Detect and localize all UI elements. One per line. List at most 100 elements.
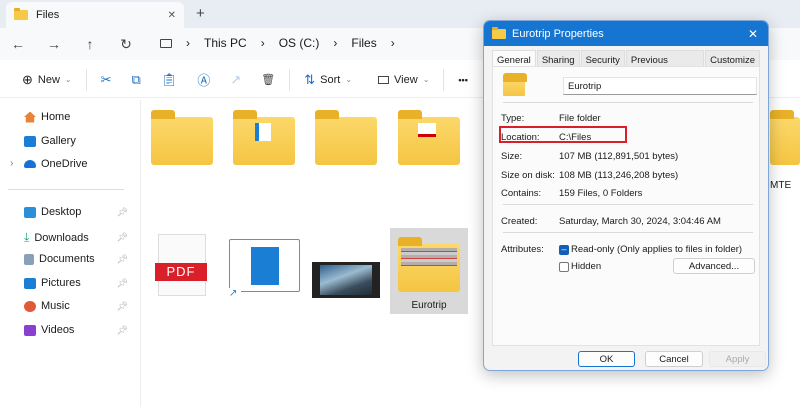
general-panel: Eurotrip Type: File folder Location: C:\Fi… <box>492 66 760 346</box>
ok-button[interactable]: OK <box>578 351 635 367</box>
pin-icon[interactable]: 📌︎ <box>117 278 128 289</box>
sidebar-item-videos[interactable]: Videos 📌︎ <box>24 324 134 336</box>
view-icon <box>378 75 390 84</box>
sidebar-item-music[interactable]: Music 📌︎ <box>24 300 134 312</box>
paste-icon: 📋︎ <box>160 71 178 87</box>
desktop-icon <box>24 206 36 218</box>
new-button[interactable]: ⊕ New ⌄ <box>12 67 82 93</box>
item-label: Eurotrip <box>411 300 447 311</box>
gallery-icon <box>24 135 36 147</box>
view-label: View <box>394 73 418 86</box>
folder-icon <box>492 26 506 39</box>
paste-button[interactable]: 📋︎ <box>151 67 188 93</box>
new-label: New <box>37 73 60 86</box>
hidden-checkbox[interactable]: Hidden <box>559 261 601 272</box>
folder-icon <box>503 73 527 96</box>
sidebar-item-onedrive[interactable]: OneDrive <box>24 158 134 170</box>
refresh-button[interactable]: ↻ <box>108 36 144 53</box>
close-button[interactable]: ✕ <box>748 27 758 41</box>
pin-icon[interactable]: 📌︎ <box>117 254 128 265</box>
sidebar-label: Music <box>41 300 70 312</box>
prop-location: Location: C:\Files <box>501 132 591 143</box>
sidebar-label: Documents <box>39 253 95 265</box>
sidebar-item-desktop[interactable]: Desktop 📌︎ <box>24 206 134 218</box>
prop-label: Size: <box>501 151 523 162</box>
folder-item-eurotrip[interactable]: Eurotrip <box>390 228 468 314</box>
sort-icon: ⇅ <box>304 71 316 87</box>
sort-label: Sort <box>320 73 341 86</box>
advanced-button[interactable]: Advanced... <box>673 258 755 274</box>
up-button[interactable]: ↑ <box>72 36 108 52</box>
tab-files[interactable]: Files ✕ <box>6 2 184 28</box>
sidebar-label: Videos <box>41 324 75 336</box>
folder-item[interactable] <box>233 110 295 165</box>
tab-title: Files <box>36 9 60 21</box>
folder-item[interactable] <box>398 110 460 165</box>
expand-chevron-icon[interactable]: › <box>10 158 13 169</box>
prop-type: Type: File folder <box>501 113 601 124</box>
prop-value: 159 Files, 0 Folders <box>559 188 643 199</box>
pin-icon[interactable]: 📌︎ <box>117 207 128 218</box>
share-icon: ↗ <box>230 71 242 87</box>
copy-icon: ⧉ <box>131 71 141 87</box>
video-file-item[interactable] <box>312 262 380 298</box>
pdf-file-item[interactable]: PDF <box>155 234 207 296</box>
forward-button[interactable]: → <box>36 36 72 52</box>
readonly-checkbox[interactable]: – Read-only (Only applies to files in fol… <box>559 244 742 255</box>
sidebar-label: Desktop <box>41 206 82 218</box>
more-button[interactable]: ••• <box>448 67 477 93</box>
new-tab-button[interactable]: + <box>196 5 205 22</box>
chevron-down-icon: ⌄ <box>422 75 430 84</box>
cancel-button[interactable]: Cancel <box>645 351 703 367</box>
close-tab-icon[interactable]: ✕ <box>168 10 176 21</box>
breadcrumb-this-pc[interactable]: This PC <box>204 36 247 50</box>
sidebar-label: Gallery <box>41 135 76 147</box>
breadcrumb-os-c[interactable]: OS (C:) <box>279 36 320 50</box>
folder-item[interactable] <box>151 110 213 165</box>
scissors-icon: ✂ <box>100 71 112 87</box>
shortcut-item[interactable]: ↗ <box>229 239 300 300</box>
folder-name-input[interactable]: Eurotrip <box>563 77 757 95</box>
apply-button[interactable]: Apply <box>709 351 766 367</box>
documents-icon <box>24 253 34 265</box>
breadcrumb-files[interactable]: Files <box>351 36 376 50</box>
sidebar-item-documents[interactable]: Documents 📌︎ <box>24 253 134 265</box>
folder-item-mte[interactable] <box>770 110 800 165</box>
videos-icon <box>24 324 36 336</box>
breadcrumb-sep: › <box>186 36 190 50</box>
rename-button[interactable]: Ⓐ <box>187 67 220 93</box>
prop-value: 108 MB (113,246,208 bytes) <box>559 170 679 181</box>
sidebar-label: Home <box>41 111 71 123</box>
checkbox-icon <box>559 261 569 272</box>
checkbox-indeterminate-icon: – <box>559 244 569 255</box>
dialog-title: Eurotrip Properties <box>512 27 604 40</box>
address-bar[interactable]: › This PC › OS (C:) › Files › <box>150 31 480 55</box>
back-button[interactable]: ← <box>0 36 36 52</box>
prop-value: 107 MB (112,891,501 bytes) <box>559 151 679 162</box>
sidebar-item-gallery[interactable]: Gallery <box>24 135 134 147</box>
cut-button[interactable]: ✂ <box>91 67 122 93</box>
prop-label: Created: <box>501 216 538 227</box>
share-button[interactable]: ↗ <box>220 67 251 93</box>
folder-icon <box>14 8 28 20</box>
sidebar-item-home[interactable]: Home <box>24 111 134 123</box>
delete-button[interactable]: 🗑︎ <box>251 67 285 93</box>
pin-icon[interactable]: 📌︎ <box>117 325 128 336</box>
plus-circle-icon: ⊕ <box>22 71 33 87</box>
readonly-label: Read-only (Only applies to files in fold… <box>571 244 743 255</box>
divider <box>8 189 124 190</box>
sidebar-item-downloads[interactable]: ⤓ Downloads 📌︎ <box>24 230 134 245</box>
sidebar-item-pictures[interactable]: Pictures 📌︎ <box>24 277 134 289</box>
pdf-badge: PDF <box>155 263 207 281</box>
view-button[interactable]: View ⌄ <box>368 67 439 93</box>
cloud-icon <box>24 160 36 168</box>
prop-created: Created: Saturday, March 30, 2024, 3:04:4… <box>501 216 721 227</box>
prop-size: Size: 107 MB (112,891,501 bytes) <box>501 151 678 162</box>
pin-icon[interactable]: 📌︎ <box>117 232 128 243</box>
prop-value: File folder <box>559 113 601 124</box>
sort-button[interactable]: ⇅ Sort ⌄ <box>294 67 362 93</box>
folder-item[interactable] <box>315 110 377 165</box>
sidebar-label: OneDrive <box>41 158 88 170</box>
pin-icon[interactable]: 📌︎ <box>117 301 128 312</box>
copy-button[interactable]: ⧉ <box>122 67 151 93</box>
